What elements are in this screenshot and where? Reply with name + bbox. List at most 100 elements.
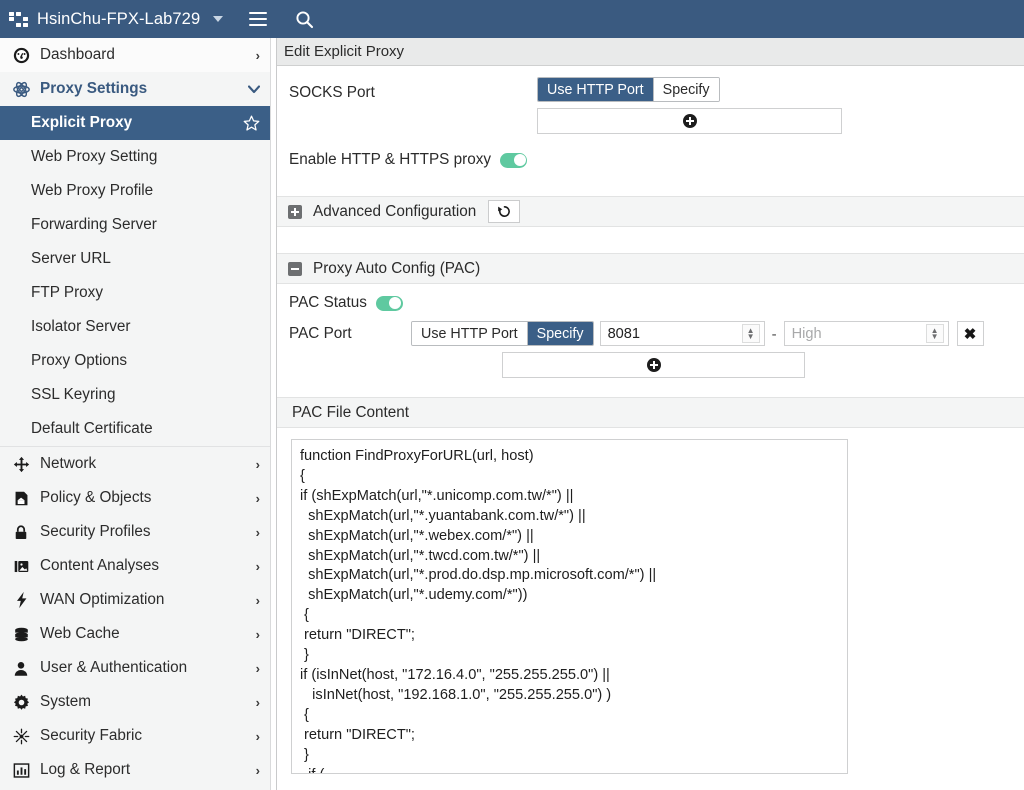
sidebar-item-default-certificate[interactable]: Default Certificate [0, 412, 270, 446]
sidebar-item-isolator-server[interactable]: Isolator Server [0, 310, 270, 344]
chevron-right-icon: › [255, 558, 260, 574]
pac-file-content-header: PAC File Content [277, 397, 1024, 428]
hamburger-menu-icon[interactable] [249, 12, 268, 26]
pac-section-header: Proxy Auto Config (PAC) [277, 253, 1024, 284]
sidebar-item-web-proxy-setting[interactable]: Web Proxy Setting [0, 140, 270, 174]
pac-port-low-field[interactable]: ▲ ▼ [599, 321, 765, 346]
sidebar-item-forwarding-server[interactable]: Forwarding Server [0, 208, 270, 242]
chevron-right-icon: › [255, 456, 260, 472]
chevron-right-icon: › [255, 592, 260, 608]
socks-specify-button[interactable]: Specify [653, 78, 719, 101]
lightning-bolt-icon [10, 590, 32, 610]
enable-http-https-proxy-toggle[interactable] [500, 152, 528, 168]
sidebar-item-log-report[interactable]: Log & Report › [0, 753, 270, 787]
database-icon [10, 624, 32, 644]
sidebar-item-proxy-options[interactable]: Proxy Options [0, 344, 270, 378]
proxy-atom-gear-icon [10, 79, 32, 99]
sidebar-item-label: Security Fabric [40, 727, 143, 744]
chevron-right-icon: › [255, 524, 260, 540]
socks-port-add-row-button[interactable] [537, 108, 842, 134]
pac-port-high-input[interactable] [784, 322, 926, 345]
sidebar-item-label: Content Analyses [40, 557, 160, 574]
sidebar-item-label: Explicit Proxy [31, 114, 133, 131]
pac-port-row: PAC Port Use HTTP Port Specify ▲ ▼ [277, 312, 1024, 378]
socks-use-http-port-button[interactable]: Use HTTP Port [538, 78, 654, 101]
sidebar-item-label: System [40, 693, 91, 710]
chevron-right-icon: › [255, 626, 260, 642]
chevron-right-icon: › [255, 762, 260, 778]
sidebar-item-web-proxy-profile[interactable]: Web Proxy Profile [0, 174, 270, 208]
chevron-down-icon[interactable] [213, 16, 224, 22]
search-icon[interactable] [295, 10, 314, 29]
pac-file-content-title: PAC File Content [292, 403, 410, 421]
sidebar-item-label: Dashboard [40, 46, 115, 63]
pac-status-label: PAC Status [289, 294, 367, 311]
dashboard-gauge-icon [10, 45, 32, 65]
spinner-down-icon: ▼ [746, 331, 755, 341]
chevron-right-icon: › [255, 47, 260, 63]
minus-square-icon[interactable] [288, 261, 302, 276]
chevron-right-icon: › [255, 490, 260, 506]
pac-specify-button[interactable]: Specify [527, 322, 593, 345]
sidebar-item-label: Server URL [31, 250, 111, 267]
move-arrows-icon [10, 454, 32, 474]
sidebar-item-policy-objects[interactable]: Policy & Objects › [0, 481, 270, 515]
sidebar-item-label: Proxy Options [31, 352, 128, 369]
sidebar-item-network[interactable]: Network › [0, 447, 270, 481]
gear-icon [10, 692, 32, 712]
sidebar-item-label: Isolator Server [31, 318, 131, 335]
plus-circle-icon [682, 114, 697, 128]
fabric-nodes-icon [10, 726, 32, 746]
sidebar-item-security-fabric[interactable]: Security Fabric › [0, 719, 270, 753]
plus-square-icon[interactable] [288, 204, 302, 219]
sidebar-item-label: Proxy Settings [40, 80, 148, 97]
hostname-label: HsinChu-FPX-Lab729 [37, 9, 201, 28]
advanced-configuration-section-header: Advanced Configuration [277, 196, 1024, 227]
pac-port-mode-toggle[interactable]: Use HTTP Port Specify [411, 321, 594, 346]
sidebar-item-content-analyses[interactable]: Content Analyses › [0, 549, 270, 583]
pac-file-content-textarea[interactable]: function FindProxyForURL(url, host) { if… [291, 439, 848, 774]
pac-port-range-dash: - [771, 326, 777, 343]
pac-port-high-spinner[interactable]: ▲ ▼ [925, 324, 944, 343]
pac-file-content-wrap: function FindProxyForURL(url, host) { if… [277, 428, 1024, 774]
pac-section-title: Proxy Auto Config (PAC) [313, 259, 481, 277]
sidebar-item-server-url[interactable]: Server URL [0, 242, 270, 276]
sidebar-item-label: User & Authentication [40, 659, 188, 676]
pac-port-low-spinner[interactable]: ▲ ▼ [741, 324, 760, 343]
page-title: Edit Explicit Proxy [284, 43, 405, 60]
chevron-right-icon: › [255, 728, 260, 744]
sidebar-item-label: SSL Keyring [31, 386, 116, 403]
sidebar-item-user-authentication[interactable]: User & Authentication › [0, 651, 270, 685]
pac-port-low-input[interactable] [600, 322, 742, 345]
pac-use-http-port-button[interactable]: Use HTTP Port [412, 322, 528, 345]
spinner-down-icon: ▼ [930, 331, 939, 341]
sidebar-item-label: Policy & Objects [40, 489, 152, 506]
sidebar-item-label: Network [40, 455, 97, 472]
undo-revert-icon[interactable] [488, 200, 521, 223]
image-stack-icon [10, 556, 32, 576]
pac-status-toggle[interactable] [375, 295, 403, 311]
pac-port-add-row-button[interactable] [502, 352, 805, 378]
sidebar-item-explicit-proxy[interactable]: Explicit Proxy [0, 106, 270, 140]
user-icon [10, 658, 32, 678]
grid-logo-icon [9, 11, 28, 27]
sidebar-item-wan-optimization[interactable]: WAN Optimization › [0, 583, 270, 617]
sidebar-item-dashboard[interactable]: Dashboard › [0, 38, 270, 72]
sidebar-item-ssl-keyring[interactable]: SSL Keyring [0, 378, 270, 412]
advanced-configuration-title: Advanced Configuration [313, 202, 477, 220]
sidebar-item-label: Web Proxy Profile [31, 182, 154, 199]
pac-port-clear-button[interactable]: ✖ [956, 321, 984, 346]
policy-document-icon [10, 488, 32, 508]
pac-port-controls: Use HTTP Port Specify ▲ ▼ - [411, 321, 984, 378]
sidebar-item-system[interactable]: System › [0, 685, 270, 719]
sidebar-item-label: WAN Optimization [40, 591, 165, 608]
sidebar-item-ftp-proxy[interactable]: FTP Proxy [0, 276, 270, 310]
sidebar-item-web-cache[interactable]: Web Cache › [0, 617, 270, 651]
fortiproxy-admin-window: HsinChu-FPX-Lab729 Dashboard › Proxy Set… [0, 0, 1024, 790]
socks-port-mode-toggle[interactable]: Use HTTP Port Specify [537, 77, 720, 102]
sidebar-item-proxy-settings[interactable]: Proxy Settings [0, 72, 270, 106]
star-outline-icon[interactable] [243, 115, 260, 131]
socks-port-controls: Use HTTP Port Specify [537, 77, 842, 134]
pac-port-high-field[interactable]: ▲ ▼ [783, 321, 949, 346]
sidebar-item-security-profiles[interactable]: Security Profiles › [0, 515, 270, 549]
